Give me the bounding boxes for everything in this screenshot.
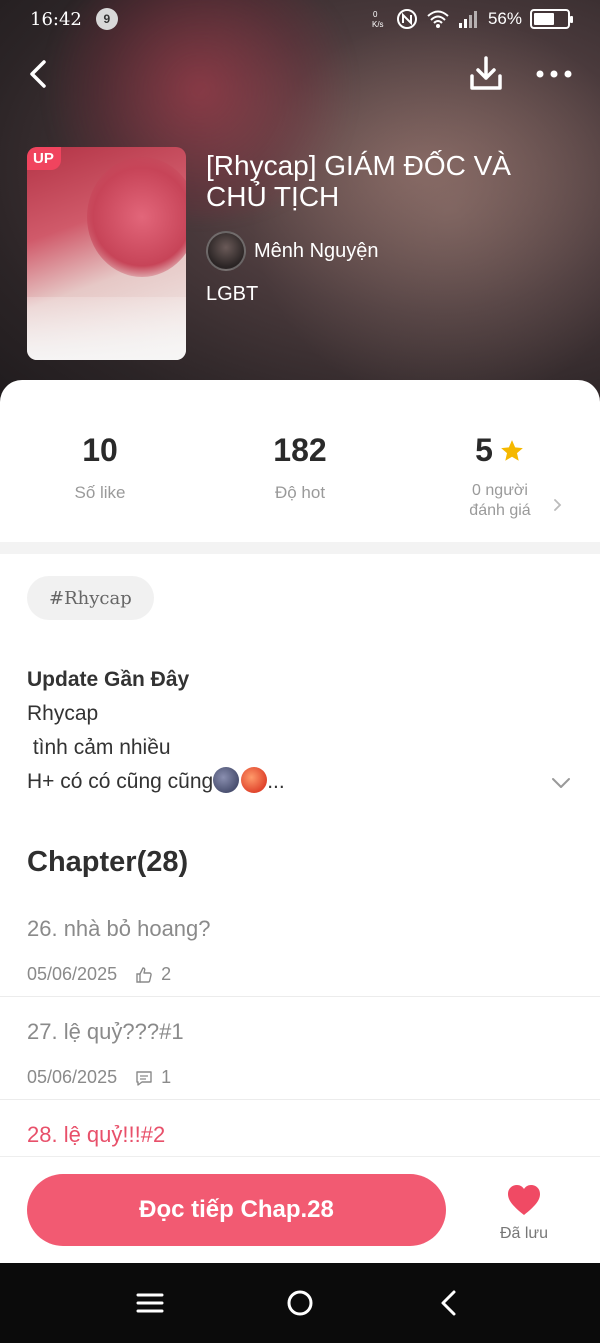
chapter-title: 28. lệ quỷ!!!#2 bbox=[27, 1122, 166, 1147]
nfc-icon bbox=[396, 9, 417, 29]
rating-value-row: 5 bbox=[400, 432, 600, 469]
notification-badge: 9 bbox=[95, 8, 118, 30]
signal-icon bbox=[458, 11, 477, 28]
update-badge: UP bbox=[27, 147, 61, 170]
chapter-date: 05/06/2025 bbox=[27, 1067, 118, 1087]
back-icon[interactable] bbox=[434, 1287, 466, 1319]
chapter-comment-count: 1 bbox=[161, 1067, 172, 1087]
chapter-title: 26. nhà bỏ hoang? bbox=[27, 916, 211, 941]
description-line: Rhycap bbox=[27, 702, 99, 725]
story-description: Update Gần Đây Rhycap tình cảm nhiều H+ … bbox=[27, 663, 547, 799]
battery-percent: 56% bbox=[487, 9, 522, 28]
more-options-icon[interactable] bbox=[533, 56, 575, 92]
status-time: 16:42 bbox=[30, 8, 82, 30]
likes-stat: 10 Số like bbox=[0, 432, 200, 503]
menu-icon[interactable] bbox=[134, 1287, 166, 1319]
chapter-list-heading: Chapter(28) bbox=[27, 846, 189, 878]
chevron-right-icon[interactable] bbox=[551, 498, 565, 512]
moon-face-emoji-icon bbox=[213, 767, 240, 793]
description-ellipsis: ... bbox=[267, 770, 285, 793]
description-heading: Update Gần Đây bbox=[27, 668, 190, 691]
wifi-icon bbox=[427, 10, 449, 28]
hot-face-emoji-icon bbox=[241, 767, 268, 793]
author-link[interactable]: Mênh Nguyện bbox=[206, 231, 379, 271]
description-text: H+ có có cũng cũng bbox=[27, 770, 214, 793]
chapter-date: 05/06/2025 bbox=[27, 964, 118, 984]
story-title: [Rhycap] GIÁM ĐỐC VÀ CHỦ TỊCH bbox=[206, 150, 511, 212]
bottom-action-bar: Đọc tiếp Chap.28 Đã lưu bbox=[0, 1156, 600, 1263]
chapter-like-count: 2 bbox=[161, 964, 172, 984]
story-cover-image[interactable]: UP bbox=[27, 147, 186, 360]
data-speed-icon: 0 K/s bbox=[372, 10, 384, 29]
home-icon[interactable] bbox=[284, 1287, 316, 1319]
author-name: Mênh Nguyện bbox=[254, 239, 379, 262]
thumbs-up-icon bbox=[136, 966, 152, 983]
back-arrow-icon[interactable] bbox=[22, 56, 58, 92]
rating-value: 5 bbox=[475, 432, 493, 468]
likes-value: 10 bbox=[82, 432, 118, 468]
rating-label-count: 0 người bbox=[472, 482, 528, 499]
chapter-item[interactable]: 26. nhà bỏ hoang? 05/06/2025 2 bbox=[0, 906, 600, 1009]
likes-label: Số like bbox=[74, 483, 126, 502]
saved-label: Đã lưu bbox=[499, 1225, 549, 1242]
comment-icon bbox=[136, 1070, 152, 1086]
continue-reading-button[interactable]: Đọc tiếp Chap.28 bbox=[27, 1174, 446, 1246]
tag-chip[interactable]: #Rhycap bbox=[27, 576, 154, 620]
system-navigation-bar bbox=[0, 1263, 600, 1343]
svg-text:K/s: K/s bbox=[372, 20, 384, 29]
hot-value: 182 bbox=[273, 432, 327, 468]
story-stats: 10 Số like 182 Độ hot 5 0 người đánh giá bbox=[0, 432, 600, 542]
chapter-title: 27. lệ quỷ???#1 bbox=[27, 1019, 184, 1044]
story-genre[interactable]: LGBT bbox=[206, 283, 258, 306]
hot-label: Độ hot bbox=[274, 483, 326, 502]
chapter-divider bbox=[0, 1099, 600, 1100]
svg-text:0: 0 bbox=[373, 10, 378, 19]
expand-description-chevron-icon[interactable] bbox=[550, 772, 572, 794]
battery-icon bbox=[530, 9, 573, 29]
battery-level bbox=[534, 13, 555, 25]
author-avatar bbox=[206, 231, 246, 271]
description-line: tình cảm nhiều bbox=[27, 736, 171, 759]
chapter-item[interactable]: 27. lệ quỷ???#1 05/06/2025 1 bbox=[0, 1009, 600, 1112]
status-bar: 16:42 9 0 K/s 56% bbox=[0, 0, 600, 38]
save-button[interactable]: Đã lưu bbox=[490, 1177, 558, 1243]
star-icon bbox=[501, 439, 523, 461]
section-divider bbox=[0, 542, 600, 554]
top-action-bar bbox=[0, 52, 600, 96]
rating-label: 0 người đánh giá bbox=[400, 481, 600, 521]
rating-stat[interactable]: 5 0 người đánh giá bbox=[400, 432, 600, 521]
status-indicators: 0 K/s 56% bbox=[372, 8, 573, 30]
heart-icon bbox=[508, 1185, 540, 1215]
description-line-last: H+ có có cũng cũng... bbox=[27, 765, 547, 799]
chapter-meta: 05/06/2025 1 bbox=[27, 1067, 171, 1088]
download-icon[interactable] bbox=[466, 54, 506, 94]
rating-label-text: đánh giá bbox=[469, 502, 531, 519]
chapter-meta: 05/06/2025 2 bbox=[27, 964, 171, 985]
chapter-divider bbox=[0, 996, 600, 997]
hot-stat: 182 Độ hot bbox=[200, 432, 400, 503]
